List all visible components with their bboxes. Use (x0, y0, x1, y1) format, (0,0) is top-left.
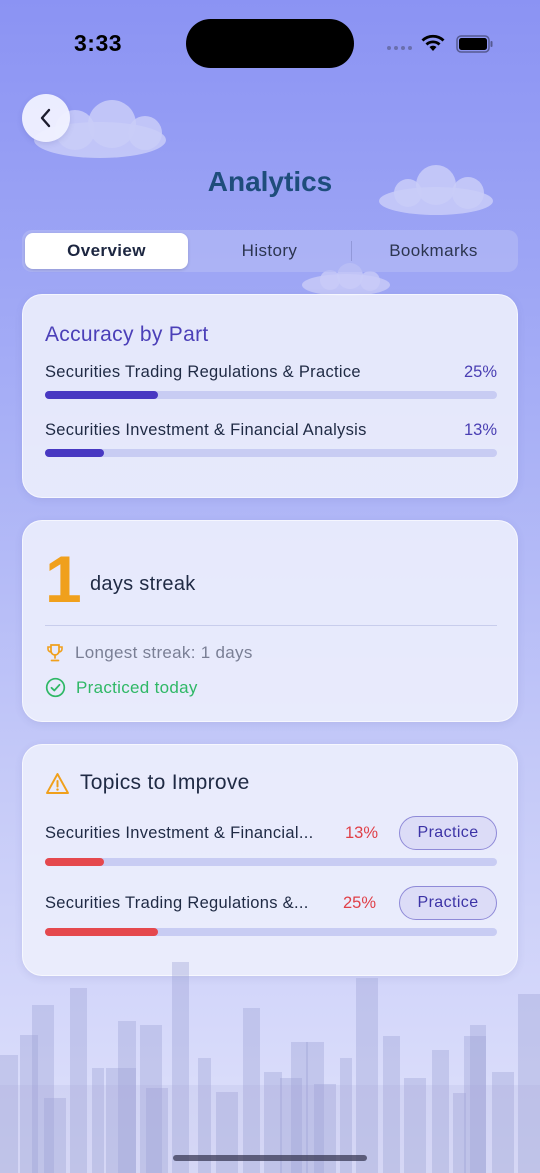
progress-track (45, 928, 497, 936)
topic-percentage: 25% (343, 894, 377, 912)
longest-streak-text: Longest streak: 1 days (75, 643, 253, 662)
topic-row: Securities Investment & Financial... 13%… (45, 816, 497, 850)
accuracy-card: Accuracy by Part Securities Trading Regu… (22, 294, 518, 498)
practice-button[interactable]: Practice (399, 886, 497, 920)
practiced-today-text: Practiced today (76, 677, 198, 697)
back-button[interactable] (22, 94, 70, 142)
practice-button[interactable]: Practice (399, 816, 497, 850)
longest-streak-row: Longest streak: 1 days (45, 643, 253, 663)
tab-history[interactable]: History (188, 233, 351, 269)
divider (45, 625, 497, 626)
progress-fill (45, 449, 104, 457)
topic-row: Securities Trading Regulations &... 25% … (45, 886, 497, 920)
home-indicator (173, 1155, 367, 1161)
tab-bookmarks[interactable]: Bookmarks (352, 233, 515, 269)
progress-track (45, 858, 497, 866)
part-percentage: 25% (463, 363, 497, 381)
topics-header: Topics to Improve (45, 771, 250, 795)
progress-track (45, 449, 497, 457)
segmented-tabs: Overview History Bookmarks (22, 230, 518, 272)
topics-card: Topics to Improve Securities Investment … (22, 744, 518, 976)
streak-label: days streak (90, 573, 196, 595)
topic-label: Securities Trading Regulations &... (45, 894, 309, 912)
progress-track (45, 391, 497, 399)
tab-overview[interactable]: Overview (25, 233, 188, 269)
accuracy-title: Accuracy by Part (45, 323, 209, 346)
progress-fill (45, 858, 104, 866)
page-title: Analytics (207, 166, 333, 197)
streak-card: 1 days streak Longest streak: 1 days Pra… (22, 520, 518, 722)
city-skyline-decoration (0, 962, 540, 1173)
topic-label: Securities Investment & Financial... (45, 824, 314, 842)
practiced-today-row: Practiced today (45, 677, 198, 698)
status-bar: 3:33 (0, 0, 540, 90)
battery-icon (456, 35, 493, 53)
part-label: Securities Investment & Financial Analys… (45, 421, 367, 439)
topics-title: Topics to Improve (80, 771, 250, 794)
accuracy-part-row: Securities Investment & Financial Analys… (45, 421, 497, 461)
wifi-icon (421, 34, 445, 51)
chevron-left-icon (40, 108, 51, 128)
part-label: Securities Trading Regulations & Practic… (45, 363, 361, 381)
trophy-icon (47, 644, 63, 662)
accuracy-part-row: Securities Trading Regulations & Practic… (45, 363, 497, 403)
progress-fill (45, 928, 158, 936)
topic-percentage: 13% (345, 824, 379, 842)
progress-fill (45, 391, 158, 399)
dynamic-island (186, 19, 354, 68)
cellular-signal-icon (387, 46, 412, 50)
check-circle-icon (45, 677, 66, 698)
warning-icon (46, 772, 69, 794)
streak-count: 1 (45, 542, 82, 616)
status-time: 3:33 (74, 30, 123, 56)
part-percentage: 13% (463, 421, 497, 439)
